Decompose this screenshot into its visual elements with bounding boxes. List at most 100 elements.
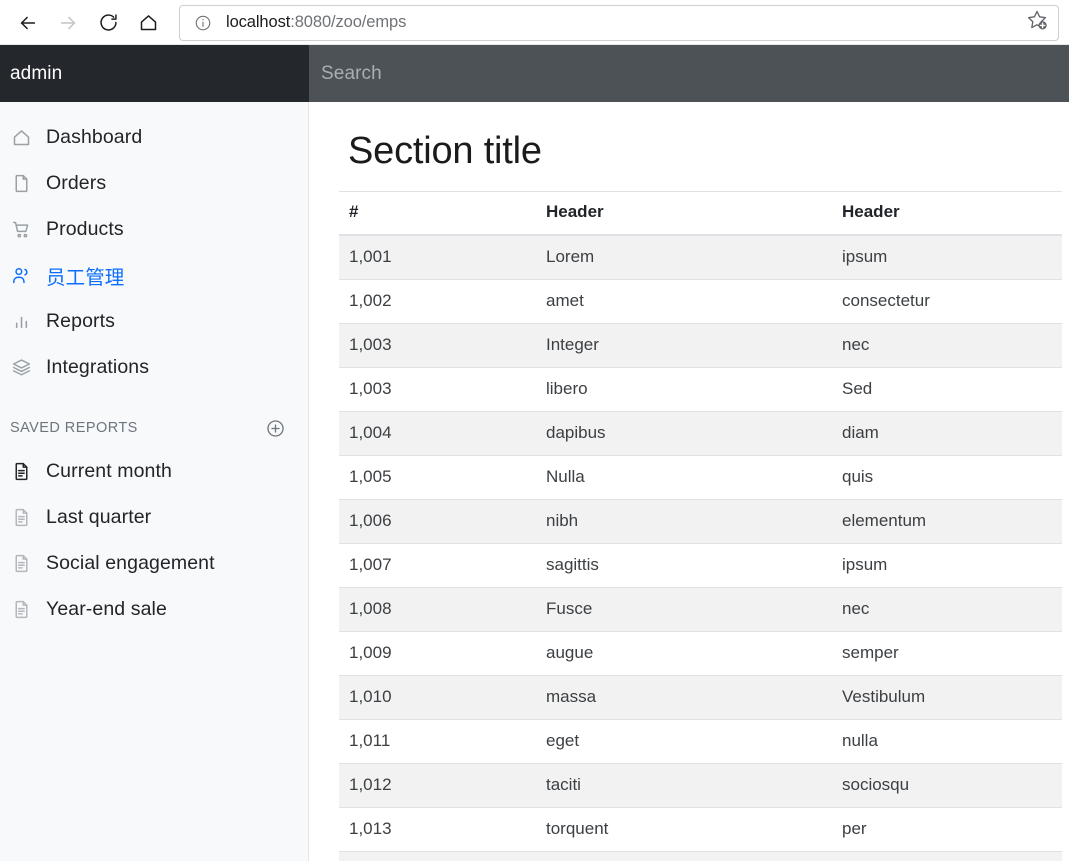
column-header-b[interactable]: Header xyxy=(832,192,1062,236)
saved-report-current-month[interactable]: Current month xyxy=(0,448,308,494)
cell-b: nec xyxy=(832,588,1062,632)
saved-report-social-engagement[interactable]: Social engagement xyxy=(0,540,308,586)
cart-icon xyxy=(10,218,32,240)
table-row[interactable]: 1,003liberoSed xyxy=(339,368,1062,412)
cell-a: eget xyxy=(536,720,832,764)
table-row[interactable]: 1,003Integernec xyxy=(339,324,1062,368)
table-row[interactable]: 1,005Nullaquis xyxy=(339,456,1062,500)
cell-id: 1,013 xyxy=(339,808,536,852)
saved-reports-list: Current month Last quarter xyxy=(0,448,308,632)
cell-b: per xyxy=(832,808,1062,852)
sidebar-item-integrations[interactable]: Integrations xyxy=(0,344,308,390)
table-head: # Header Header xyxy=(339,192,1062,236)
saved-report-last-quarter[interactable]: Last quarter xyxy=(0,494,308,540)
back-arrow-icon xyxy=(17,12,39,34)
table-header-row: # Header Header xyxy=(339,192,1062,236)
forward-button[interactable] xyxy=(48,5,88,41)
sidebar-item-label: Reports xyxy=(46,310,115,333)
cell-a: nibh xyxy=(536,500,832,544)
saved-report-label: Last quarter xyxy=(46,506,151,529)
address-bar[interactable]: localhost:8080/zoo/emps xyxy=(179,5,1059,41)
brand-area[interactable]: admin xyxy=(0,45,309,102)
cell-b: sociosqu xyxy=(832,764,1062,808)
reload-icon xyxy=(98,12,119,33)
cell-a: Nulla xyxy=(536,456,832,500)
sidebar-nav-list: Dashboard Orders xyxy=(0,114,308,390)
table-row[interactable]: 1,011egetnulla xyxy=(339,720,1062,764)
cell-a: augue xyxy=(536,632,832,676)
cell-a: libero xyxy=(536,368,832,412)
cell-id: 1,010 xyxy=(339,676,536,720)
bookmark-button[interactable] xyxy=(1022,8,1052,38)
reload-button[interactable] xyxy=(88,5,128,41)
sidebar-item-orders[interactable]: Orders xyxy=(0,160,308,206)
sidebar-item-products[interactable]: Products xyxy=(0,206,308,252)
cell-b: Vestibulum xyxy=(832,676,1062,720)
cell-a: sagittis xyxy=(536,544,832,588)
table-row[interactable]: 1,002ametconsectetur xyxy=(339,280,1062,324)
table-row[interactable]: 1,009auguesemper xyxy=(339,632,1062,676)
cell-b: elementum xyxy=(832,500,1062,544)
cell-id: 1,014 xyxy=(339,852,536,861)
url-host: localhost xyxy=(226,13,290,31)
table-row[interactable]: 1,010massaVestibulum xyxy=(339,676,1062,720)
table-row[interactable]: 1,001Loremipsum xyxy=(339,235,1062,280)
page-title: Section title xyxy=(348,130,1063,173)
file-text-icon xyxy=(10,506,32,528)
cell-b: consectetur xyxy=(832,280,1062,324)
sidebar-item-label: Dashboard xyxy=(46,126,142,149)
url-text: localhost:8080/zoo/emps xyxy=(226,13,1018,32)
cell-a: Integer xyxy=(536,324,832,368)
cell-b: Sed xyxy=(832,368,1062,412)
saved-report-year-end-sale[interactable]: Year-end sale xyxy=(0,586,308,632)
browser-toolbar: localhost:8080/zoo/emps xyxy=(0,0,1069,45)
table-row[interactable]: 1,004dapibusdiam xyxy=(339,412,1062,456)
table-row[interactable]: 1,006nibhelementum xyxy=(339,500,1062,544)
layers-icon xyxy=(10,356,32,378)
cell-id: 1,007 xyxy=(339,544,536,588)
table-row[interactable]: 1,013torquentper xyxy=(339,808,1062,852)
main-content: Section title # Header Header 1,001Lorem… xyxy=(309,102,1069,861)
cell-a: dapibus xyxy=(536,412,832,456)
app-topbar: admin Search xyxy=(0,45,1069,102)
sidebar-item-label: Orders xyxy=(46,172,106,195)
cell-a: torquent xyxy=(536,808,832,852)
cell-id: 1,004 xyxy=(339,412,536,456)
column-header-a[interactable]: Header xyxy=(536,192,832,236)
table-row[interactable]: 1,007sagittisipsum xyxy=(339,544,1062,588)
cell-id: 1,012 xyxy=(339,764,536,808)
bar-chart-icon xyxy=(10,310,32,332)
sidebar-item-dashboard[interactable]: Dashboard xyxy=(0,114,308,160)
saved-report-label: Year-end sale xyxy=(46,598,167,621)
table-row[interactable]: 1,008Fuscenec xyxy=(339,588,1062,632)
cell-b: semper xyxy=(832,632,1062,676)
cell-b: quis xyxy=(832,456,1062,500)
search-field[interactable]: Search xyxy=(309,45,1069,102)
home-button[interactable] xyxy=(128,5,168,41)
sidebar-item-reports[interactable]: Reports xyxy=(0,298,308,344)
brand-label: admin xyxy=(10,63,62,85)
sidebar: Dashboard Orders xyxy=(0,102,309,861)
cell-a: per xyxy=(536,852,832,861)
plus-circle-icon[interactable] xyxy=(264,417,286,439)
table-row[interactable]: 1,012tacitisociosqu xyxy=(339,764,1062,808)
cell-a: amet xyxy=(536,280,832,324)
back-button[interactable] xyxy=(8,5,48,41)
sidebar-item-employee-management[interactable]: 员工管理 xyxy=(0,252,308,298)
cell-b: inceptos xyxy=(832,852,1062,861)
file-text-icon xyxy=(10,552,32,574)
info-circle-icon[interactable] xyxy=(192,12,214,34)
cell-id: 1,002 xyxy=(339,280,536,324)
saved-reports-header: SAVED REPORTS xyxy=(0,408,308,448)
sidebar-item-label: Products xyxy=(46,218,124,241)
table-row[interactable]: 1,014perinceptos xyxy=(339,852,1062,861)
toolbar-divider xyxy=(0,44,1069,45)
sidebar-item-label: Integrations xyxy=(46,356,149,379)
cell-id: 1,005 xyxy=(339,456,536,500)
cell-id: 1,003 xyxy=(339,324,536,368)
cell-id: 1,009 xyxy=(339,632,536,676)
column-header-id[interactable]: # xyxy=(339,192,536,236)
cell-a: taciti xyxy=(536,764,832,808)
table-body: 1,001Loremipsum1,002ametconsectetur1,003… xyxy=(339,235,1062,861)
sidebar-item-label: 员工管理 xyxy=(46,261,124,290)
